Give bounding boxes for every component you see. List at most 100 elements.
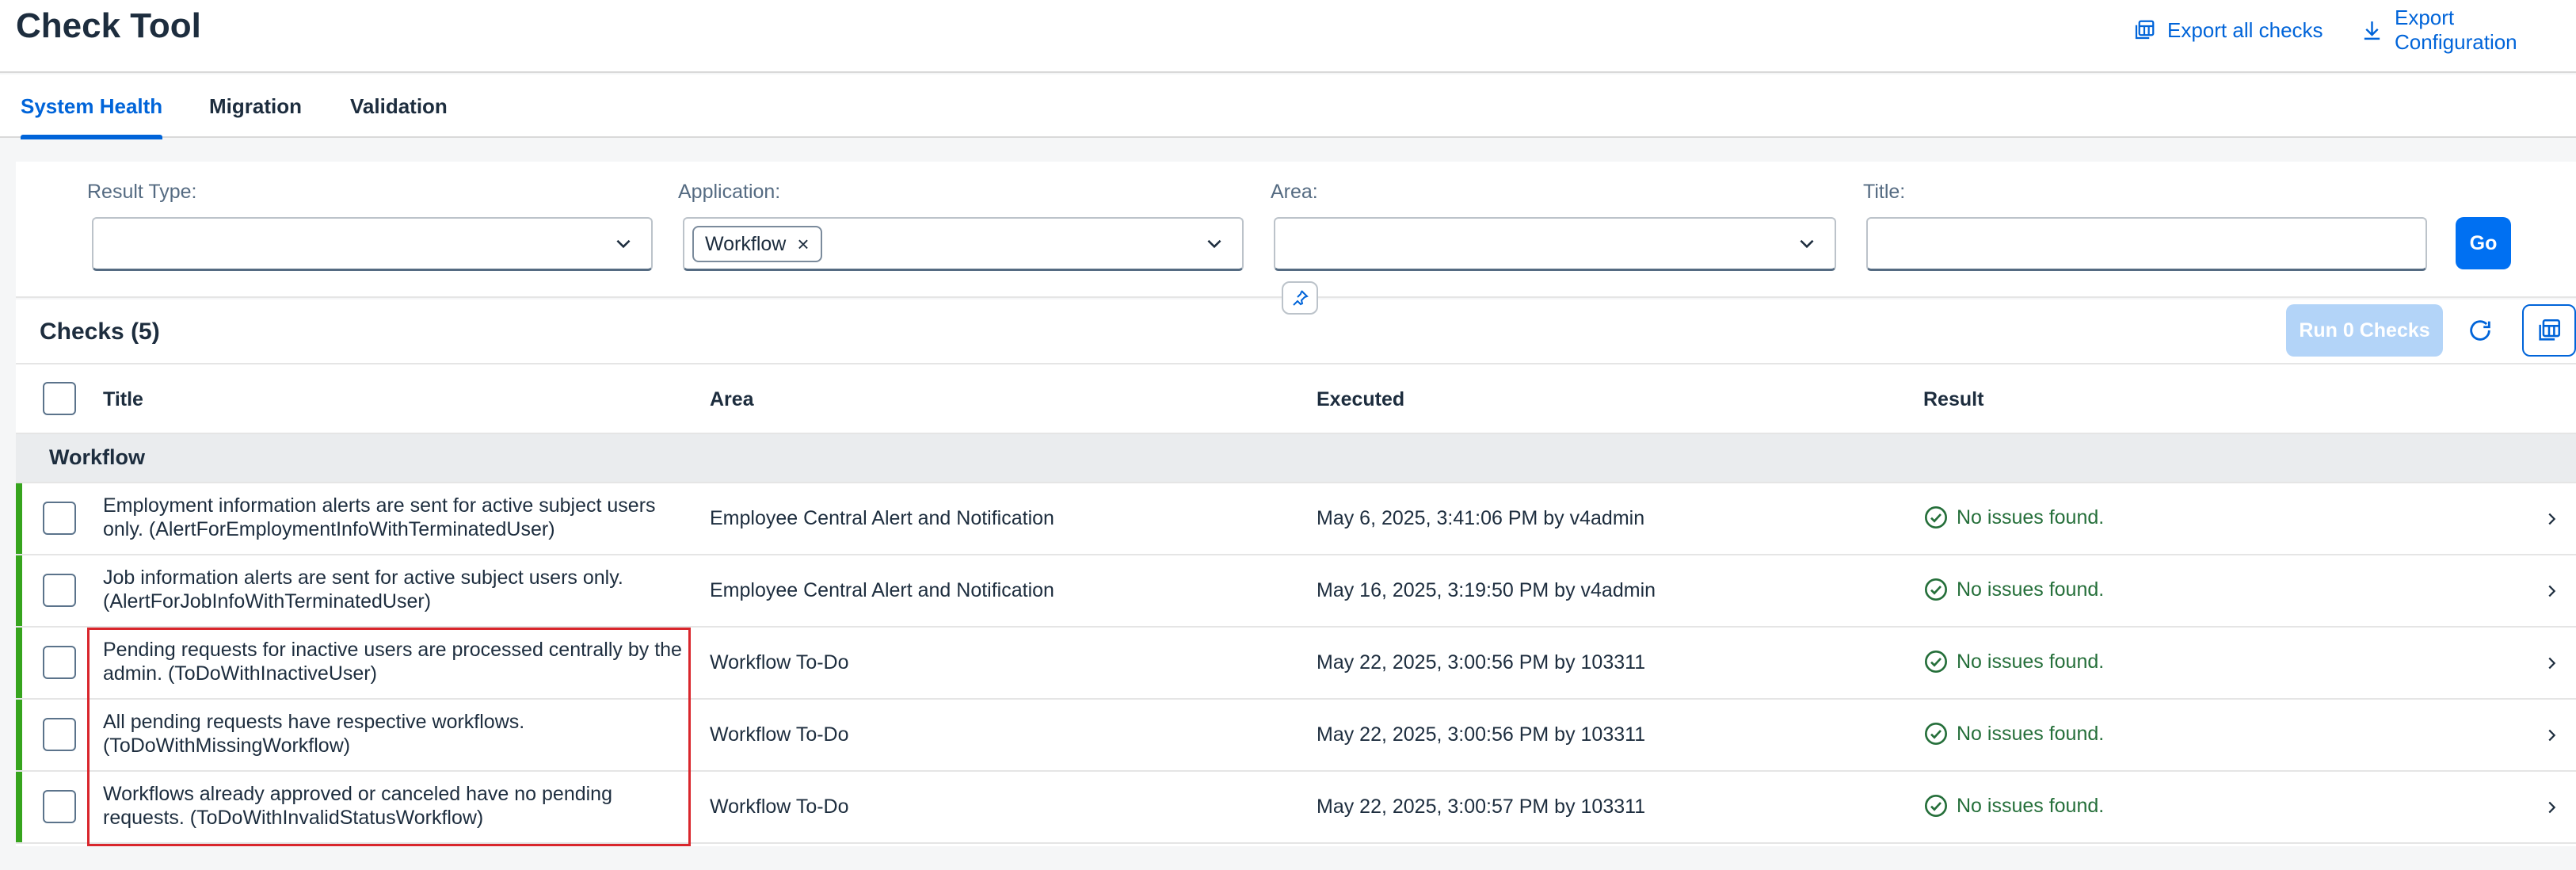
row-area: Workflow To-Do xyxy=(710,723,849,746)
page-title: Check Tool xyxy=(16,6,201,45)
row-checkbox[interactable] xyxy=(43,502,76,535)
chevron-down-icon[interactable] xyxy=(613,233,634,254)
result-type-select[interactable] xyxy=(92,217,653,271)
title-filter-label: Title: xyxy=(1863,181,1906,203)
run-checks-button[interactable]: Run 0 Checks xyxy=(2286,304,2443,357)
success-check-icon xyxy=(1925,506,1947,528)
table-row[interactable]: All pending requests have respective wor… xyxy=(16,700,2576,772)
chevron-down-icon[interactable] xyxy=(1204,233,1225,254)
export-all-checks-label: Export all checks xyxy=(2167,17,2323,42)
row-result-label: No issues found. xyxy=(1957,650,2105,673)
remove-token-icon[interactable]: × xyxy=(797,234,809,254)
row-executed: May 6, 2025, 3:41:06 PM by v4admin xyxy=(1317,507,1645,529)
row-title: Employment information alerts are sent f… xyxy=(103,494,656,540)
row-area: Workflow To-Do xyxy=(710,796,849,818)
row-executed: May 22, 2025, 3:00:56 PM by 103311 xyxy=(1317,723,1646,746)
row-title: Pending requests for inactive users are … xyxy=(103,639,682,685)
go-button[interactable]: Go xyxy=(2456,217,2511,269)
area-label: Area: xyxy=(1271,181,1318,203)
row-highlight xyxy=(16,700,22,770)
table-row[interactable]: Employment information alerts are sent f… xyxy=(16,483,2576,555)
chevron-right-icon xyxy=(2548,585,2556,597)
chevron-right-icon xyxy=(2548,657,2556,669)
row-area: Employee Central Alert and Notification xyxy=(710,579,1054,601)
row-highlight xyxy=(16,772,22,842)
chevron-down-icon[interactable] xyxy=(1797,233,1817,254)
header-bar: Check Tool Export all checks Export Conf… xyxy=(0,0,2576,73)
row-executed: May 22, 2025, 3:00:57 PM by 103311 xyxy=(1317,796,1646,818)
tab-system-health[interactable]: System Health xyxy=(21,74,163,139)
application-multiselect[interactable]: Workflow × xyxy=(683,217,1244,271)
row-navigation[interactable] xyxy=(2543,555,2560,626)
column-header-title[interactable]: Title xyxy=(103,364,143,434)
row-title: Workflows already approved or canceled h… xyxy=(103,783,612,829)
row-highlight xyxy=(16,483,22,554)
checks-table-panel: Checks (5) Run 0 Checks Title Area Execu… xyxy=(16,300,2576,846)
success-check-icon xyxy=(1925,578,1947,601)
filter-bar: Result Type: Application: Workflow × Are… xyxy=(16,162,2576,298)
select-all-checkbox[interactable] xyxy=(43,382,76,415)
export-table-icon xyxy=(2539,319,2561,341)
row-result-label: No issues found. xyxy=(1957,578,2105,601)
download-icon xyxy=(2364,21,2380,40)
row-result-label: No issues found. xyxy=(1957,794,2105,817)
row-navigation[interactable] xyxy=(2543,700,2560,770)
row-result: No issues found. xyxy=(1923,772,2104,840)
export-table-button[interactable] xyxy=(2522,304,2576,357)
chevron-right-icon xyxy=(2548,801,2556,813)
tab-migration[interactable]: Migration xyxy=(209,74,302,138)
group-label: Workflow xyxy=(49,445,145,469)
row-result-label: No issues found. xyxy=(1957,722,2105,745)
application-token-label: Workflow xyxy=(705,232,787,255)
group-header-row[interactable]: Workflow xyxy=(16,434,2576,483)
column-header-executed[interactable]: Executed xyxy=(1317,364,1404,434)
success-check-icon xyxy=(1925,651,1947,673)
row-result-label: No issues found. xyxy=(1957,506,2105,528)
application-label: Application: xyxy=(678,181,781,203)
row-checkbox[interactable] xyxy=(43,574,76,607)
result-type-label: Result Type: xyxy=(87,181,197,203)
row-highlight xyxy=(16,555,22,626)
row-navigation[interactable] xyxy=(2543,628,2560,698)
export-configuration-button[interactable]: Export Configuration xyxy=(2361,6,2576,54)
tab-validation[interactable]: Validation xyxy=(350,74,448,138)
table-title: Checks (5) xyxy=(40,319,160,345)
export-configuration-label: Export Configuration xyxy=(2394,6,2517,54)
refresh-button[interactable] xyxy=(2460,311,2500,350)
row-checkbox[interactable] xyxy=(43,718,76,751)
row-executed: May 22, 2025, 3:00:56 PM by 103311 xyxy=(1317,651,1646,673)
column-header-area[interactable]: Area xyxy=(710,364,754,434)
row-highlight xyxy=(16,628,22,698)
table-row[interactable]: Workflows already approved or canceled h… xyxy=(16,772,2576,844)
row-checkbox[interactable] xyxy=(43,646,76,679)
chevron-right-icon xyxy=(2548,513,2556,525)
table-header: Title Area Executed Result xyxy=(16,363,2576,434)
row-result: No issues found. xyxy=(1923,700,2104,768)
pin-icon xyxy=(1293,290,1309,306)
chevron-right-icon xyxy=(2548,729,2556,741)
row-result: No issues found. xyxy=(1923,628,2104,696)
refresh-icon xyxy=(2470,320,2490,341)
tab-bar: System Health Migration Validation xyxy=(0,74,2576,139)
row-checkbox[interactable] xyxy=(43,790,76,823)
application-token[interactable]: Workflow × xyxy=(692,226,822,262)
column-header-result[interactable]: Result xyxy=(1923,364,1983,434)
title-filter-input[interactable] xyxy=(1866,217,2427,271)
table-row[interactable]: Pending requests for inactive users are … xyxy=(16,628,2576,700)
export-table-icon xyxy=(2135,20,2155,40)
success-check-icon xyxy=(1925,723,1947,745)
row-title: Job information alerts are sent for acti… xyxy=(103,567,623,612)
row-executed: May 16, 2025, 3:19:50 PM by v4admin xyxy=(1317,579,1656,601)
row-navigation[interactable] xyxy=(2543,483,2560,554)
row-area: Workflow To-Do xyxy=(710,651,849,673)
row-result: No issues found. xyxy=(1923,555,2104,624)
export-all-checks-button[interactable]: Export all checks xyxy=(2132,14,2323,46)
area-select[interactable] xyxy=(1274,217,1836,271)
row-result: No issues found. xyxy=(1923,483,2104,551)
row-title: All pending requests have respective wor… xyxy=(103,711,525,757)
row-area: Employee Central Alert and Notification xyxy=(710,507,1054,529)
row-navigation[interactable] xyxy=(2543,772,2560,842)
pin-filterbar-button[interactable] xyxy=(1282,281,1318,315)
table-row[interactable]: Job information alerts are sent for acti… xyxy=(16,555,2576,628)
success-check-icon xyxy=(1925,795,1947,817)
